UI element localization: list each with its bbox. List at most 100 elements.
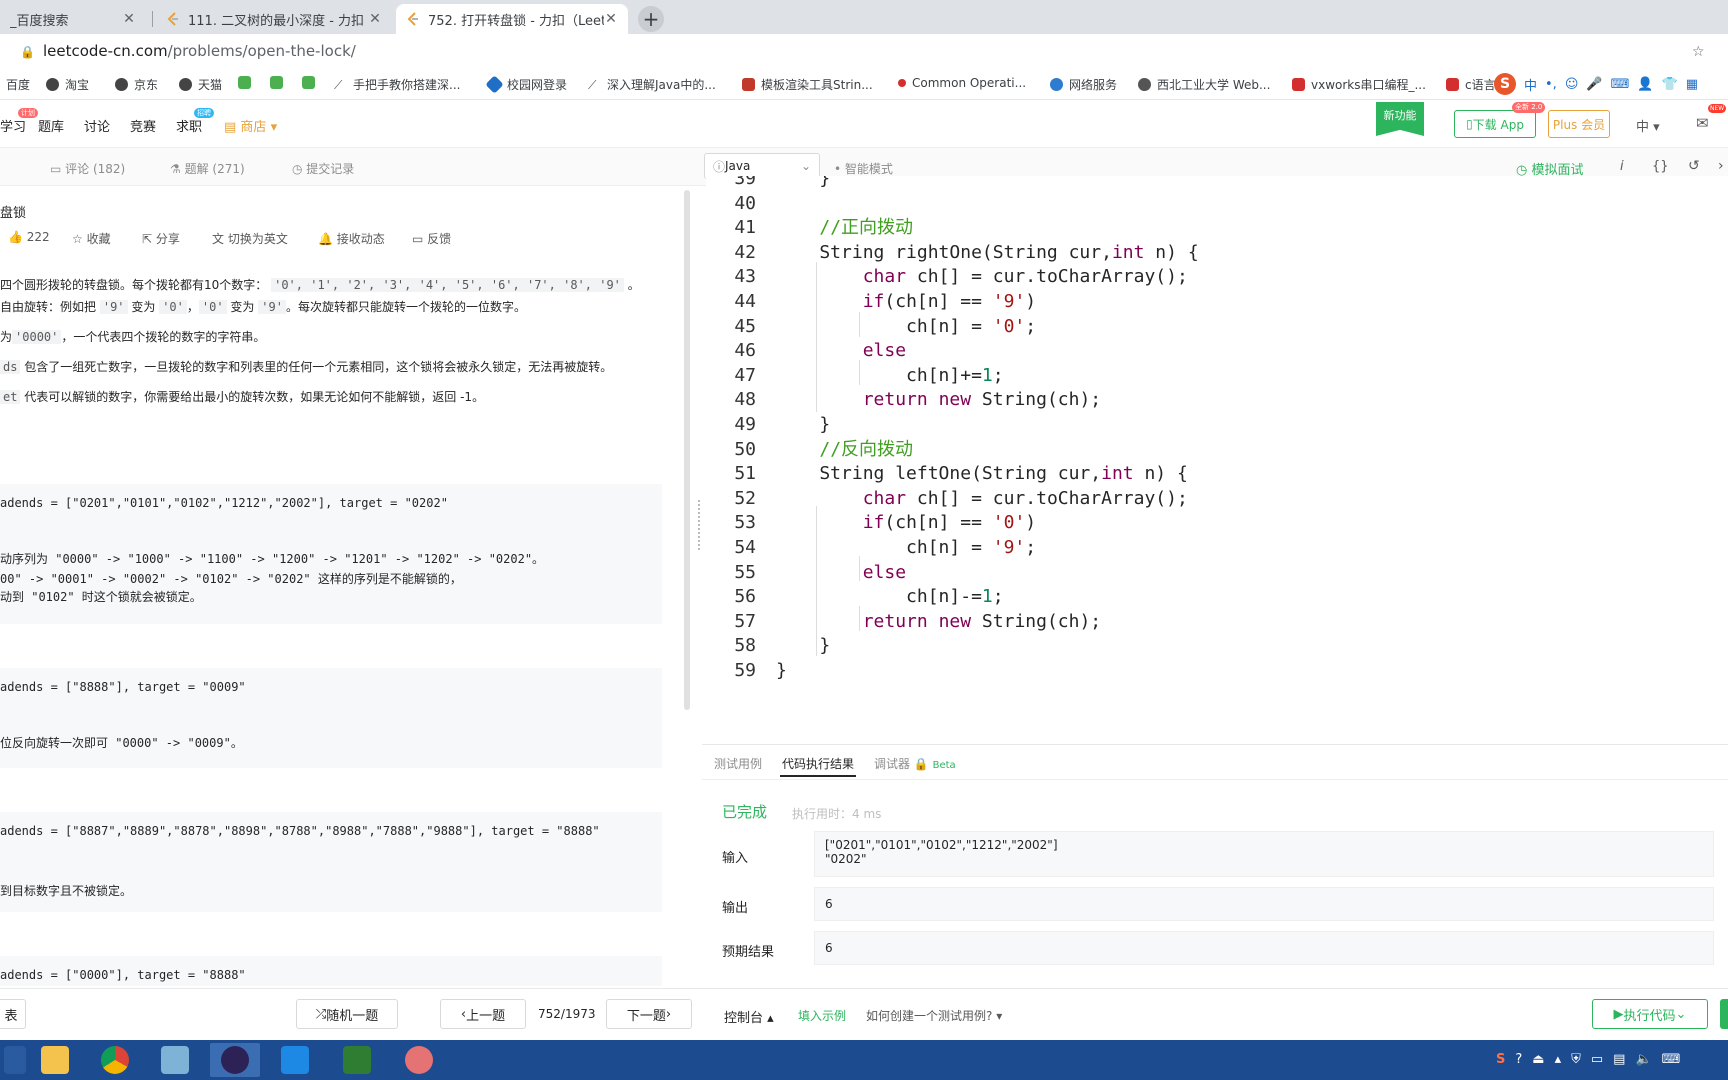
- code-line[interactable]: 45 ch[n] = '0';: [706, 313, 1036, 340]
- ime-chinese-icon[interactable]: 中: [1524, 75, 1537, 94]
- bookmark-item[interactable]: 模板渲染工具Strin...: [742, 76, 873, 93]
- bookmark-item[interactable]: 西北工业大学 Web...: [1138, 76, 1270, 93]
- language-switch[interactable]: 中 ▾: [1636, 116, 1660, 135]
- tab-comments[interactable]: ▭ 评论 (182): [50, 160, 125, 177]
- smart-mode-toggle[interactable]: • 智能模式: [834, 160, 893, 177]
- plus-member-button[interactable]: Plus 会员: [1548, 110, 1610, 138]
- bookmark-item[interactable]: [238, 76, 257, 89]
- tab-testcase[interactable]: 测试用例: [714, 755, 762, 772]
- code-line[interactable]: 41 //正向拨动: [706, 214, 913, 241]
- security-icon[interactable]: ⛨: [1571, 1052, 1581, 1067]
- bookmark-star-icon[interactable]: ☆: [1692, 44, 1705, 60]
- taskbar-explorer[interactable]: [30, 1043, 80, 1077]
- volume-icon[interactable]: 🔈: [1635, 1052, 1651, 1067]
- browser-tab[interactable]: 111. 二叉树的最小深度 - 力扣（L ✕: [156, 4, 392, 34]
- submit-button[interactable]: [1720, 999, 1728, 1029]
- taskbar-app[interactable]: [332, 1043, 382, 1077]
- bookmark-item[interactable]: 天猫: [179, 76, 222, 93]
- switch-english-button[interactable]: 文 切换为英文: [212, 230, 288, 247]
- run-code-button[interactable]: ▶ 执行代码 ⌄: [1592, 999, 1708, 1029]
- follow-button[interactable]: 🔔 接收动态: [318, 230, 385, 247]
- nav-discuss[interactable]: 讨论: [84, 116, 110, 135]
- close-icon[interactable]: ✕: [604, 11, 618, 27]
- code-line[interactable]: 58 }: [706, 632, 830, 659]
- bookmark-item[interactable]: c语言: [1446, 76, 1496, 93]
- nav-study[interactable]: 学习 计划: [0, 108, 39, 135]
- ime-emoji-icon[interactable]: ☺: [1565, 77, 1579, 92]
- help-icon[interactable]: ?: [1515, 1052, 1522, 1067]
- bookmark-item[interactable]: 校园网登录: [485, 75, 567, 94]
- url-field[interactable]: 🔒 leetcode-cn.com/problems/open-the-lock/: [20, 42, 356, 60]
- sogou-icon[interactable]: S: [1494, 73, 1516, 95]
- taskbar-eclipse[interactable]: [210, 1043, 260, 1077]
- notification-icon[interactable]: ✉: [1696, 114, 1709, 132]
- feedback-button[interactable]: ▭ 反馈: [412, 230, 451, 247]
- problem-scrollbar[interactable]: [684, 190, 690, 710]
- code-line[interactable]: 56 ch[n]-=1;: [706, 583, 1003, 610]
- bookmark-item[interactable]: vxworks串口编程_...: [1292, 76, 1426, 93]
- ime-punct-icon[interactable]: •,: [1545, 77, 1557, 92]
- browser-tab-active[interactable]: 752. 打开转盘锁 - 力扣（LeetCo ✕: [396, 4, 628, 34]
- new-feature-button[interactable]: 新功能: [1376, 102, 1424, 136]
- code-line[interactable]: 44 if(ch[n] == '9'): [706, 288, 1036, 315]
- random-problem-button[interactable]: ⤮ 随机一题: [296, 999, 398, 1029]
- ime-mic-icon[interactable]: 🎤: [1586, 77, 1602, 92]
- sogou-tray-icon[interactable]: S: [1496, 1052, 1505, 1067]
- code-line[interactable]: 48 return new String(ch);: [706, 386, 1101, 413]
- code-line[interactable]: 53 if(ch[n] == '0'): [706, 509, 1036, 536]
- share-button[interactable]: ⇱ 分享: [142, 230, 180, 247]
- network-icon[interactable]: ▤: [1613, 1052, 1625, 1067]
- nav-contest[interactable]: 竞赛: [130, 116, 156, 135]
- nav-jobs[interactable]: 求职 招聘: [176, 108, 215, 135]
- download-app-button[interactable]: ▯ 下载 App: [1454, 110, 1536, 138]
- like-button[interactable]: 👍 222: [8, 230, 50, 244]
- code-line[interactable]: 40: [706, 190, 776, 217]
- code-line[interactable]: 55 else: [706, 559, 906, 586]
- address-bar[interactable]: 🔒 leetcode-cn.com/problems/open-the-lock/…: [0, 34, 1728, 68]
- input-method-icon[interactable]: ⌨: [1662, 1052, 1681, 1067]
- bookmark-item[interactable]: [270, 76, 289, 89]
- bookmark-item[interactable]: 网络服务: [1050, 76, 1117, 93]
- next-problem-button[interactable]: 下一题 ›: [606, 999, 692, 1029]
- code-line[interactable]: 50 //反向拨动: [706, 436, 913, 463]
- code-line[interactable]: 54 ch[n] = '9';: [706, 534, 1036, 561]
- nav-problems[interactable]: 题库: [38, 116, 64, 135]
- code-line[interactable]: 49 }: [706, 411, 830, 438]
- fill-example-link[interactable]: 填入示例: [798, 1007, 846, 1024]
- pane-resizer-handle[interactable]: [698, 500, 702, 550]
- code-line[interactable]: 43 char ch[] = cur.toCharArray();: [706, 263, 1188, 290]
- info-i-icon[interactable]: i: [1620, 159, 1624, 174]
- taskbar-app[interactable]: [270, 1043, 320, 1077]
- braces-icon[interactable]: {}: [1652, 159, 1669, 174]
- chevron-up-icon[interactable]: ▴: [1555, 1052, 1562, 1067]
- tab-debugger[interactable]: 调试器 🔒 Beta: [874, 755, 956, 772]
- console-toggle[interactable]: 控制台 ▴: [724, 1007, 774, 1026]
- bookmark-item[interactable]: ⟋ 深入理解Java中的...: [588, 76, 716, 93]
- bookmark-item[interactable]: 京东: [115, 76, 158, 93]
- reset-icon[interactable]: ↺: [1688, 158, 1700, 174]
- ime-keyboard-icon[interactable]: ⌨: [1611, 77, 1630, 92]
- expand-icon[interactable]: ›: [1718, 158, 1724, 174]
- code-line[interactable]: 57 return new String(ch);: [706, 608, 1101, 635]
- monitor-icon[interactable]: ▭: [1591, 1052, 1603, 1067]
- ime-skin-icon[interactable]: 👕: [1662, 77, 1678, 92]
- code-line[interactable]: 59}: [706, 657, 787, 684]
- tab-submissions[interactable]: ◷ 提交记录: [292, 160, 354, 177]
- taskbar-item[interactable]: [0, 1043, 30, 1077]
- close-icon[interactable]: ✕: [368, 11, 382, 27]
- favorite-button[interactable]: ☆ 收藏: [72, 230, 111, 247]
- tab-run-result[interactable]: 代码执行结果: [782, 755, 854, 772]
- code-line[interactable]: 47 ch[n]+=1;: [706, 362, 1003, 389]
- bookmark-item[interactable]: ⟋ 手把手教你搭建深...: [334, 76, 460, 93]
- bookmark-item[interactable]: Common Operati...: [898, 76, 1026, 90]
- code-line[interactable]: 51 String leftOne(String cur,int n) {: [706, 460, 1188, 487]
- new-tab-button[interactable]: +: [638, 6, 664, 32]
- nav-store[interactable]: ▤ 商店 ▾: [224, 116, 277, 135]
- taskbar-chrome[interactable]: [90, 1043, 140, 1077]
- tab-solutions[interactable]: ⚗ 题解 (271): [170, 160, 245, 177]
- code-line[interactable]: 46 else: [706, 337, 906, 364]
- howto-testcase-link[interactable]: 如何创建一个测试用例? ▾: [866, 1007, 1002, 1024]
- taskbar-paint[interactable]: [394, 1043, 444, 1077]
- browser-tab[interactable]: _百度搜索 ✕: [0, 4, 146, 34]
- bookmark-item[interactable]: [302, 76, 321, 89]
